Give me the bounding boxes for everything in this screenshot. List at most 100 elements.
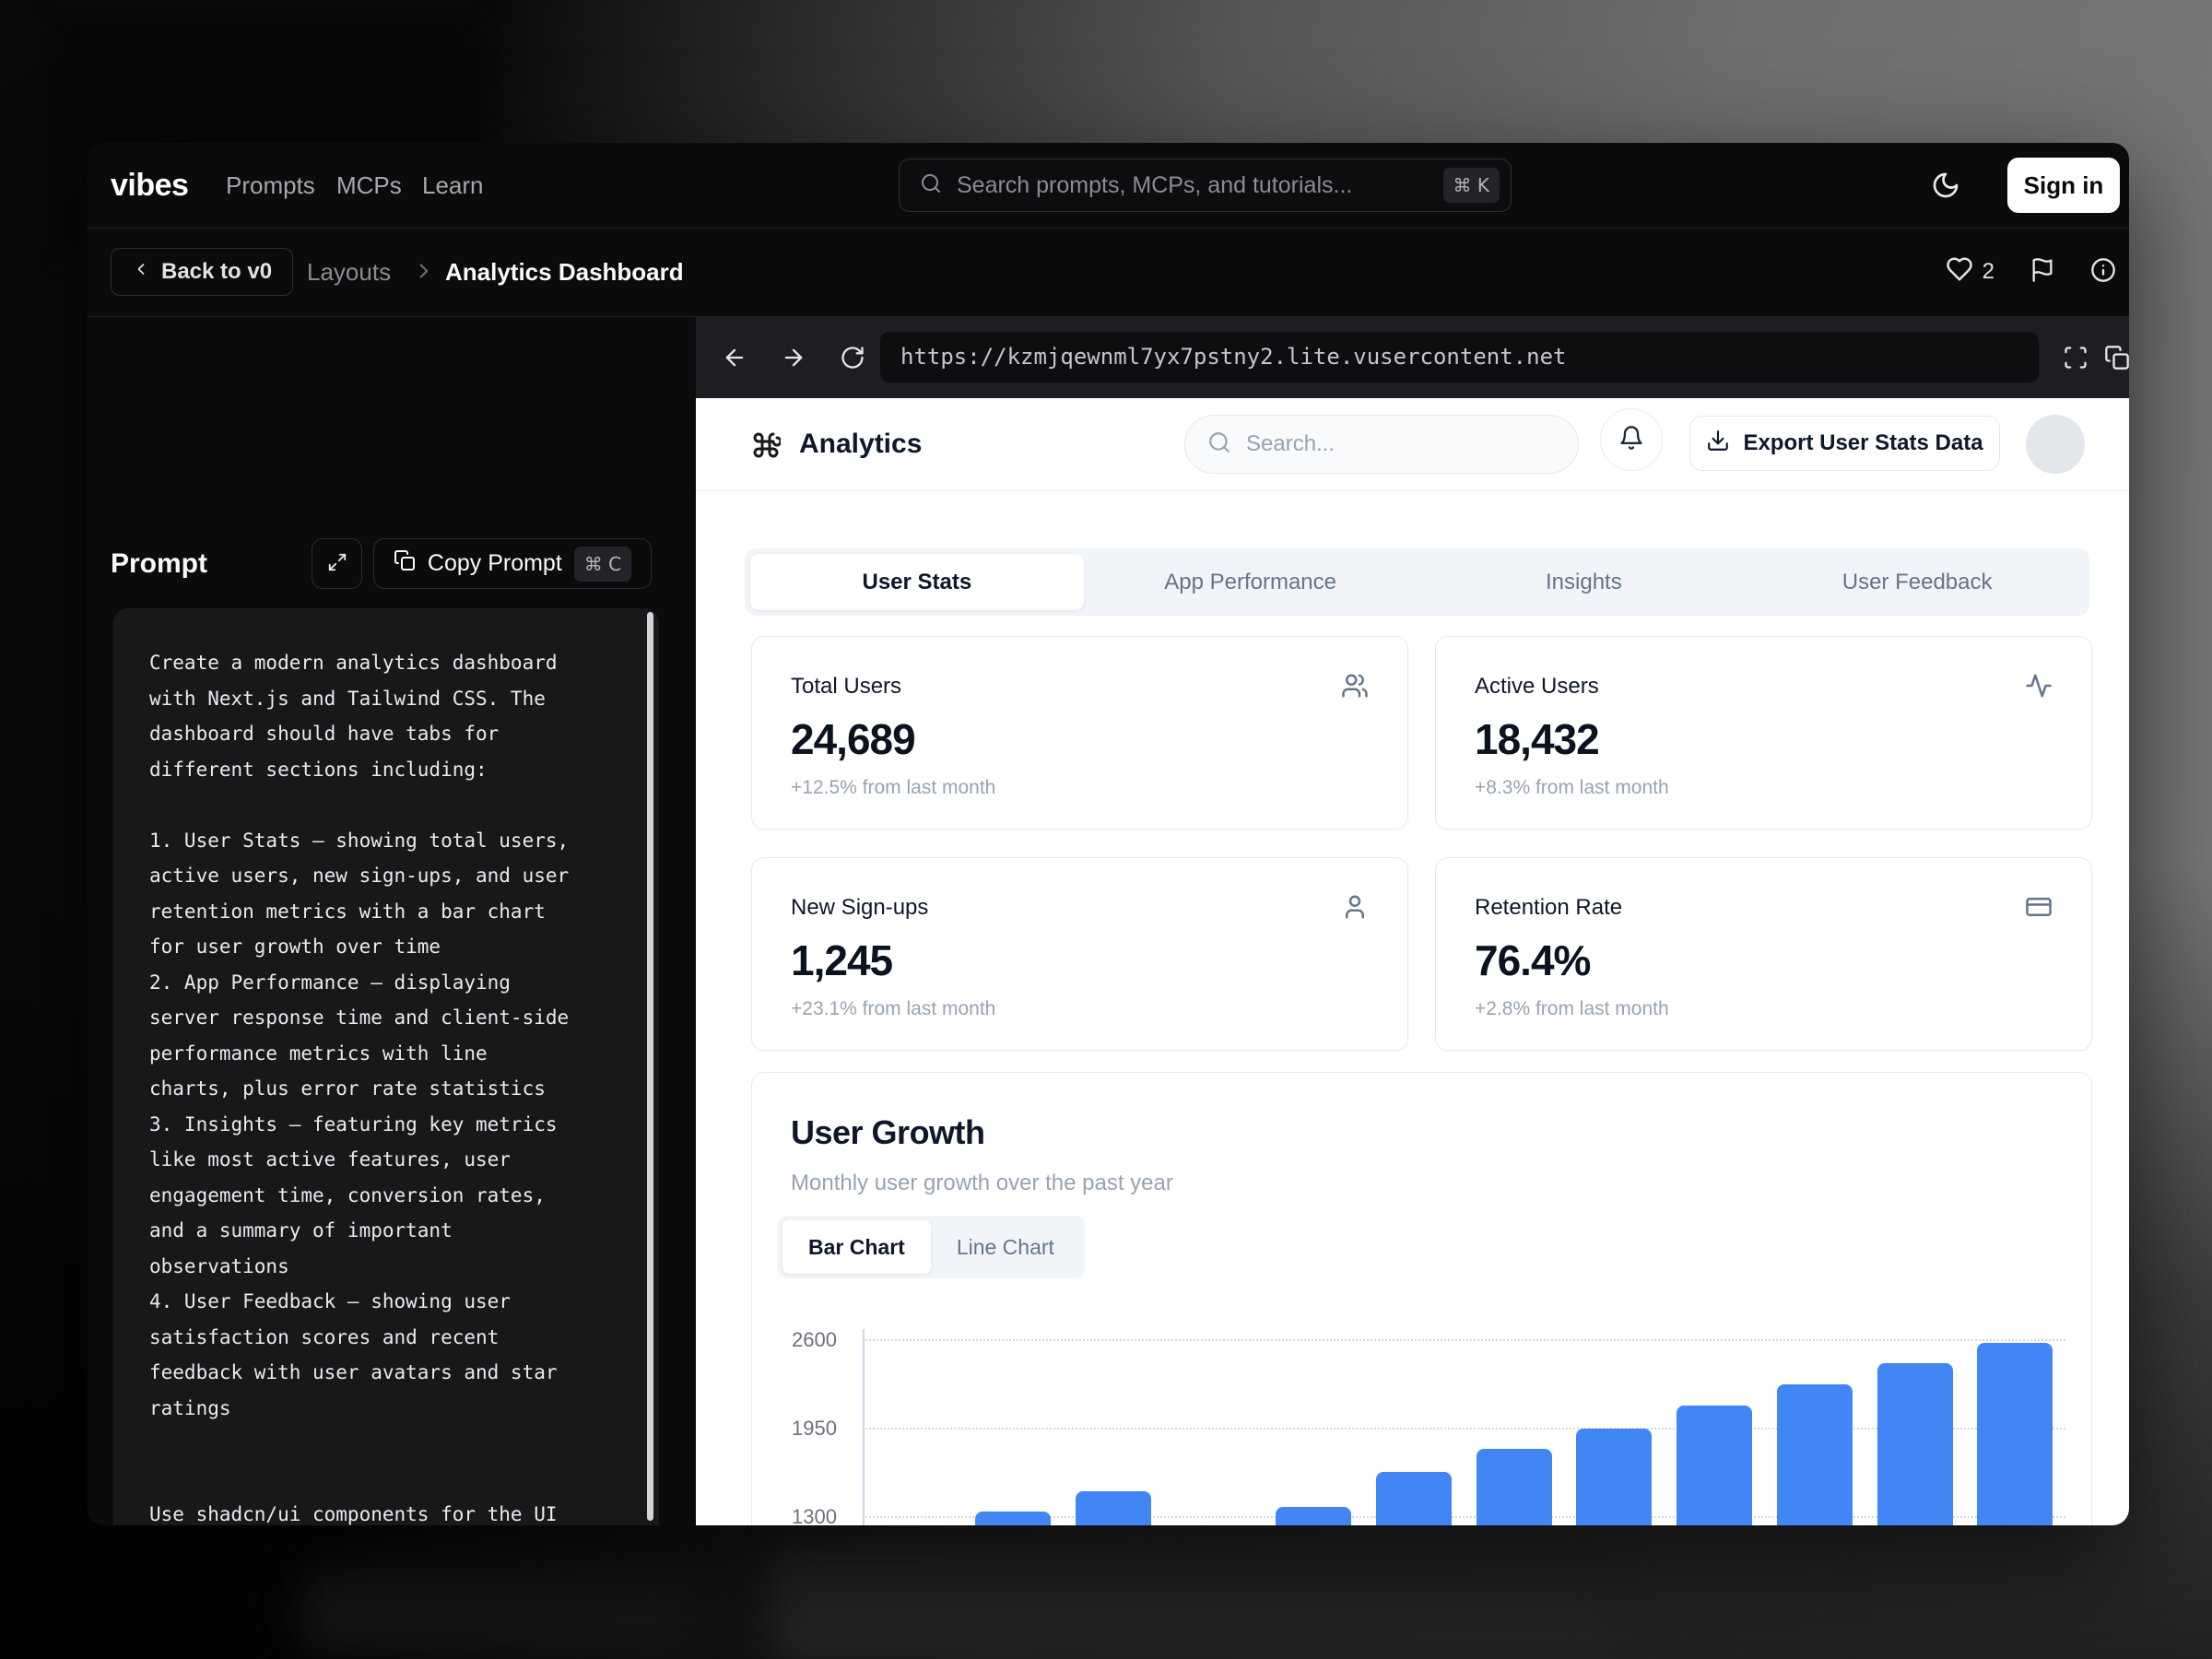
backdrop-blur-blob-2 <box>304 1567 691 1650</box>
prompt-line: performance metrics with line <box>149 1036 613 1072</box>
user-growth-card: User Growth Monthly user growth over the… <box>751 1072 2092 1525</box>
screenshot-stage: vibes Prompts MCPs Learn ⌘ K Sign in <box>0 0 2212 1659</box>
prompt-scrollbar[interactable] <box>647 612 653 1521</box>
card-label: Total Users <box>791 674 901 700</box>
breadcrumb-section[interactable]: Layouts <box>307 228 391 316</box>
activity-icon <box>2025 672 2053 704</box>
prompt-line: satisfaction scores and recent <box>149 1320 613 1356</box>
prompt-line: different sections including: <box>149 752 613 788</box>
maximize-icon <box>327 552 347 575</box>
users-icon <box>1341 672 1369 704</box>
browser-back-icon[interactable] <box>722 345 747 375</box>
stat-cards-row-1: Total Users 24,689 +12.5% from last mont… <box>751 636 2092 830</box>
user-icon <box>1341 893 1369 925</box>
chart-bar-month-10[interactable] <box>1777 1384 1853 1525</box>
prompt-line: dashboard should have tabs for <box>149 716 613 752</box>
nav-link-mcps[interactable]: MCPs <box>336 143 402 228</box>
copy-prompt-label: Copy Prompt <box>428 550 562 577</box>
chevron-left-icon <box>132 259 150 285</box>
prompt-line: retention metrics with a bar chart <box>149 894 613 930</box>
prompt-line: observations <box>149 1249 613 1285</box>
dashboard-search[interactable] <box>1184 415 1579 474</box>
prompt-line <box>149 1426 613 1462</box>
bell-icon <box>1618 425 1644 455</box>
expand-prompt-button[interactable] <box>312 538 362 589</box>
search-shortcut-badge: ⌘ K <box>1443 168 1500 203</box>
card-delta: +8.3% from last month <box>1475 777 1669 799</box>
card-value: 1,245 <box>791 935 892 985</box>
card-value: 18,432 <box>1475 714 1599 764</box>
prompt-line: 4. User Feedback — showing user <box>149 1284 613 1320</box>
chart-bar-month-9[interactable] <box>1677 1406 1752 1525</box>
browser-chrome: https://kzmjqewnml7yx7pstny2.lite.vuserc… <box>696 316 2129 398</box>
tab-insights[interactable]: Insights <box>1418 554 1751 610</box>
back-to-v0-button[interactable]: Back to v0 <box>111 248 293 296</box>
sign-in-button[interactable]: Sign in <box>2007 158 2120 213</box>
prompt-line: Create a modern analytics dashboard <box>149 645 613 681</box>
stat-card-total-users[interactable]: Total Users 24,689 +12.5% from last mont… <box>751 636 1408 830</box>
dashboard-header: Analytics <box>696 398 2129 491</box>
prompt-line: server response time and client-side <box>149 1000 613 1036</box>
browser-reload-icon[interactable] <box>840 345 865 375</box>
fullscreen-icon[interactable] <box>2063 345 2088 375</box>
analytics-dashboard: Analytics <box>696 398 2129 1525</box>
stat-card-active-users[interactable]: Active Users 18,432 +8.3% from last mont… <box>1435 636 2092 830</box>
chart-bar-month-12[interactable] <box>1977 1343 2053 1525</box>
theme-toggle-moon-icon[interactable] <box>1931 171 1960 205</box>
chart-bar-month-3[interactable] <box>1076 1491 1151 1525</box>
user-avatar[interactable] <box>2026 415 2085 474</box>
top-nav: vibes Prompts MCPs Learn ⌘ K Sign in <box>88 143 2129 229</box>
url-bar[interactable]: https://kzmjqewnml7yx7pstny2.lite.vuserc… <box>880 332 2039 382</box>
prompt-line: 2. App Performance — displaying <box>149 965 613 1001</box>
flag-icon[interactable] <box>2030 257 2055 288</box>
prompt-line: like most active features, user <box>149 1142 613 1178</box>
prompt-panel-title: Prompt <box>111 538 207 589</box>
chart-bar-month-5[interactable] <box>1276 1507 1351 1525</box>
credit-card-icon <box>2025 893 2053 925</box>
chart-bar-month-6[interactable] <box>1376 1472 1452 1525</box>
card-delta: +12.5% from last month <box>791 777 995 799</box>
prompt-line <box>149 787 613 823</box>
search-icon <box>1207 430 1231 459</box>
global-search[interactable]: ⌘ K <box>899 159 1512 212</box>
prompt-line: 3. Insights — featuring key metrics <box>149 1107 613 1143</box>
card-label: New Sign-ups <box>791 895 928 921</box>
prompt-line: for user growth over time <box>149 929 613 965</box>
chart-bar-month-11[interactable] <box>1877 1363 1953 1525</box>
chart-ytick-label: 2600 <box>752 1328 837 1352</box>
nav-link-learn[interactable]: Learn <box>422 143 484 228</box>
dashboard-tabs: User StatsApp PerformanceInsightsUser Fe… <box>745 548 2089 616</box>
vibes-logo[interactable]: vibes <box>111 143 188 228</box>
export-user-stats-button[interactable]: Export User Stats Data <box>1689 416 2000 471</box>
prompt-line: 1. User Stats — showing total users, <box>149 823 613 859</box>
chart-bar-month-8[interactable] <box>1576 1429 1652 1525</box>
prompt-line: Use shadcn/ui components for the UI <box>149 1497 613 1525</box>
chart-bar-month-7[interactable] <box>1477 1449 1552 1525</box>
notifications-button[interactable] <box>1600 408 1663 471</box>
user-growth-bar-chart: 260019501300 <box>752 1073 2091 1525</box>
download-icon <box>1706 429 1730 459</box>
info-icon[interactable] <box>2090 257 2116 288</box>
chart-bar-month-2[interactable] <box>975 1512 1051 1525</box>
stat-cards-row-2: New Sign-ups 1,245 +23.1% from last mont… <box>751 857 2092 1051</box>
tab-user-feedback[interactable]: User Feedback <box>1750 554 2084 610</box>
breadcrumb-page-title: Analytics Dashboard <box>445 228 684 316</box>
prompt-text-box[interactable]: Create a modern analytics dashboardwith … <box>113 608 659 1525</box>
tab-user-stats[interactable]: User Stats <box>750 554 1084 610</box>
global-search-input[interactable] <box>955 171 1443 200</box>
dashboard-title: Analytics <box>799 398 922 490</box>
breadcrumb-actions: 2 <box>1946 228 2116 316</box>
prompt-line: engagement time, conversion rates, <box>149 1178 613 1214</box>
card-delta: +23.1% from last month <box>791 998 995 1020</box>
like-button[interactable]: 2 <box>1946 255 1994 289</box>
copy-prompt-button[interactable]: Copy Prompt ⌘ C <box>373 538 652 589</box>
dashboard-search-input[interactable] <box>1244 430 1556 458</box>
nav-link-prompts[interactable]: Prompts <box>226 143 315 228</box>
card-delta: +2.8% from last month <box>1475 998 1669 1020</box>
backdrop-blur-blob <box>774 1541 1613 1659</box>
duplicate-tab-icon[interactable] <box>2104 345 2129 375</box>
tab-app-performance[interactable]: App Performance <box>1084 554 1418 610</box>
stat-card-retention-rate[interactable]: Retention Rate 76.4% +2.8% from last mon… <box>1435 857 2092 1051</box>
browser-forward-icon[interactable] <box>781 345 806 375</box>
stat-card-new-signups[interactable]: New Sign-ups 1,245 +23.1% from last mont… <box>751 857 1408 1051</box>
